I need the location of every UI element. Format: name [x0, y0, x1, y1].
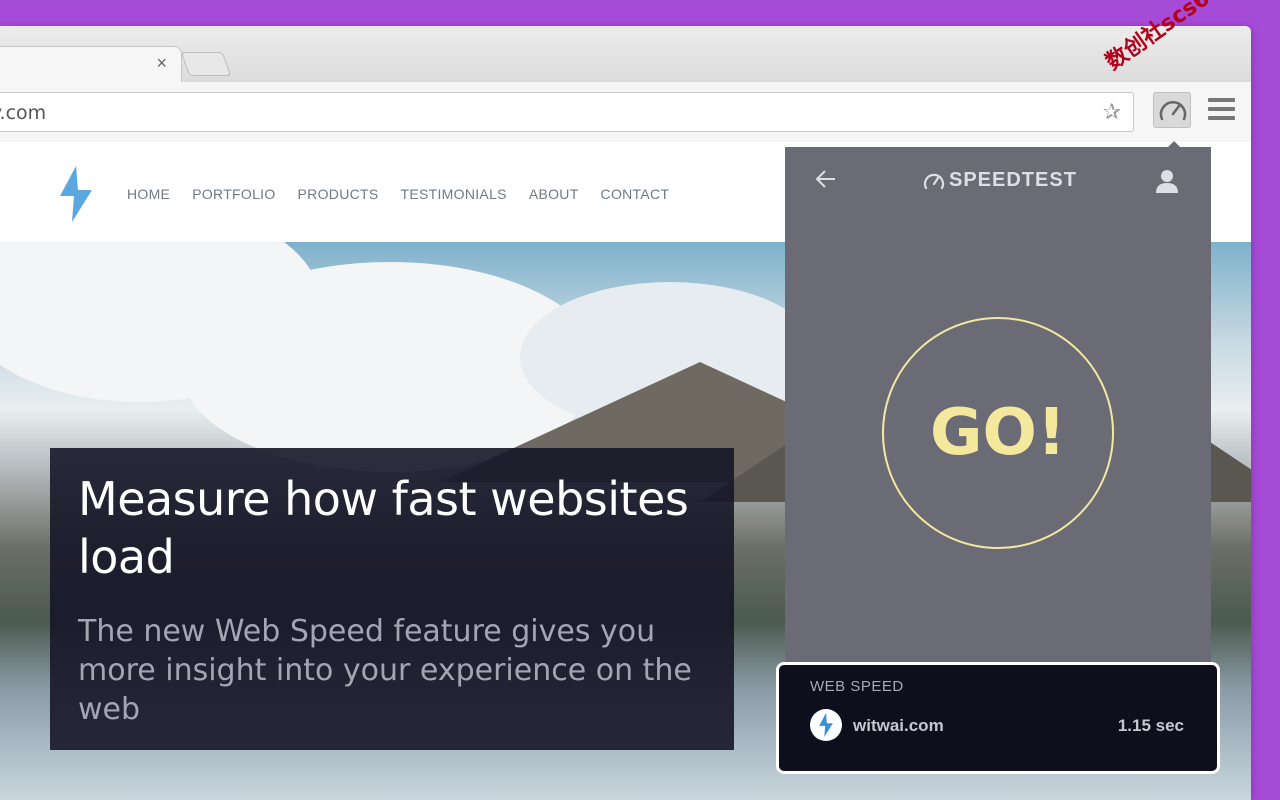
- browser-toolbar: y.com ✰: [0, 82, 1251, 143]
- nav-home[interactable]: HOME: [127, 186, 170, 202]
- nav-testimonials[interactable]: TESTIMONIALS: [401, 186, 507, 202]
- hero-title: Measure how fast websites load: [78, 472, 689, 584]
- nav-portfolio[interactable]: PORTFOLIO: [192, 186, 275, 202]
- active-tab[interactable]: ×: [0, 46, 182, 83]
- nav-contact[interactable]: CONTACT: [601, 186, 670, 202]
- back-arrow-icon[interactable]: [815, 169, 837, 189]
- speedtest-extension-button[interactable]: [1153, 92, 1191, 128]
- lightning-bolt-icon[interactable]: [58, 166, 94, 222]
- speedtest-brand: SPEEDTEST: [949, 169, 1077, 191]
- star-icon[interactable]: ✰: [1103, 99, 1121, 125]
- address-bar[interactable]: y.com ✰: [0, 92, 1134, 132]
- speedometer-icon: [1159, 101, 1187, 121]
- hero-card: Measure how fast websites load The new W…: [50, 448, 734, 750]
- user-icon[interactable]: [1155, 169, 1179, 193]
- lightning-bolt-icon: [819, 713, 833, 737]
- web-speed-card[interactable]: WEB SPEED witwai.com 1.15 sec: [776, 662, 1220, 774]
- nav-products[interactable]: PRODUCTS: [298, 186, 379, 202]
- hamburger-menu-icon[interactable]: [1208, 98, 1235, 125]
- site-nav: HOME PORTFOLIO PRODUCTS TESTIMONIALS ABO…: [127, 186, 691, 202]
- web-speed-time: 1.15 sec: [1117, 716, 1184, 735]
- tab-strip: ×: [0, 26, 1251, 83]
- web-speed-label: WEB SPEED: [810, 678, 904, 695]
- site-favicon: [810, 709, 842, 741]
- speedtest-logo: SPEEDTEST: [923, 169, 1077, 192]
- new-tab-button[interactable]: [180, 52, 232, 76]
- speedtest-popup: SPEEDTEST GO!: [785, 147, 1211, 675]
- tab-close-icon[interactable]: ×: [156, 53, 167, 74]
- go-button[interactable]: GO!: [882, 317, 1114, 549]
- go-label: GO!: [929, 396, 1067, 470]
- hero-subtitle: The new Web Speed feature gives you more…: [78, 614, 692, 727]
- nav-about[interactable]: ABOUT: [529, 186, 579, 202]
- web-speed-site: witwai.com: [853, 716, 944, 735]
- speedometer-icon: [923, 173, 945, 189]
- address-text[interactable]: y.com: [0, 102, 46, 124]
